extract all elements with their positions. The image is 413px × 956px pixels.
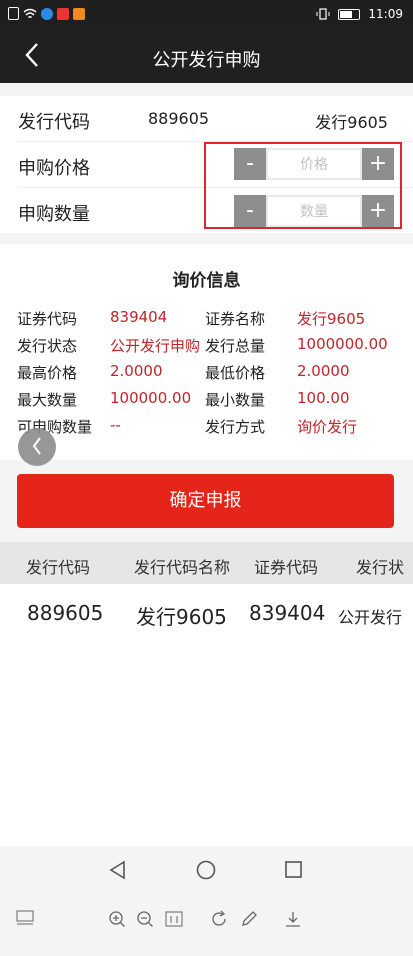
info-value: 100.00 [297,389,350,407]
info-row: 最大数量 100000.00 最小数量 100.00 [0,389,413,416]
info-row: 最高价格 2.0000 最低价格 2.0000 [0,362,413,389]
table-cell: 发行9605 [136,605,227,629]
price-label: 申购价格 [18,158,90,179]
device-icon[interactable] [16,910,34,926]
status-bar: 11:09 [0,0,413,30]
issue-code-label: 发行代码 [18,112,90,133]
chevron-left-icon [32,437,41,455]
column-header[interactable]: 发行状 [356,554,404,578]
nav-bar: 公开发行申购 [0,30,413,83]
info-row: 发行状态 公开发行申购 发行总量 1000000.00 [0,335,413,362]
table-cell: 公开发行 [338,608,403,627]
column-header[interactable]: 发行代码 [26,554,90,578]
info-value: 1000000.00 [297,335,388,353]
actual-size-icon[interactable] [165,910,183,928]
quantity-label: 申购数量 [18,204,90,225]
info-value: 公开发行申购 [110,337,201,355]
status-icons-right: 11:09 [316,7,403,21]
app-notification-icon [57,7,69,20]
pen-icon[interactable] [240,910,258,928]
nav-home-icon[interactable] [196,860,216,880]
column-header[interactable]: 证券代码 [254,554,318,578]
vibrate-icon [316,8,330,20]
highlight-box [204,142,402,229]
info-value: 100000.00 [110,389,192,407]
nav-back-icon[interactable] [108,860,126,880]
info-key: 发行总量 [205,337,266,355]
info-key: 最大数量 [17,391,78,409]
info-value: 839404 [110,308,168,326]
table-header: 发行代码 发行代码名称 证券代码 发行状 [0,542,413,584]
issue-code-value: 889605 [148,109,210,128]
wifi-icon [23,8,37,18]
info-key: 发行方式 [205,418,266,436]
zoom-out-icon[interactable] [136,910,154,928]
table-cell: 889605 [27,601,104,625]
info-value: 2.0000 [297,362,350,380]
column-header[interactable]: 发行代码名称 [134,554,230,578]
info-key: 最高价格 [17,364,78,382]
info-row: 证券代码 839404 证券名称 发行9605 [0,308,413,335]
info-row: 可申购数量 -- 发行方式 询价发行 [0,416,413,443]
table-row[interactable]: 889605 发行9605 839404 公开发行 [0,584,413,846]
nav-recents-icon[interactable] [284,860,302,880]
info-key: 发行状态 [17,337,78,355]
viewer-toolbar [0,896,413,956]
status-time: 11:09 [368,7,403,21]
table-cell: 839404 [249,601,326,625]
info-key: 最低价格 [205,364,266,382]
sim-icon [8,7,19,20]
android-nav-bar [0,846,413,896]
status-icons-left [8,7,85,20]
page-title: 公开发行申购 [152,50,261,71]
battery-icon [338,8,361,20]
rss-icon [73,7,85,20]
submit-button[interactable]: 确定申报 [17,474,394,528]
info-title: 询价信息 [172,271,241,291]
rotate-icon[interactable] [210,910,228,928]
floating-back-button[interactable] [18,428,56,466]
browser-icon [41,7,53,20]
info-value: 询价发行 [297,418,358,436]
info-key: 证券代码 [17,310,78,328]
info-value: 发行9605 [297,310,366,328]
info-value: 2.0000 [110,362,163,380]
issue-code-row: 发行代码 889605 发行9605 [0,96,413,141]
zoom-in-icon[interactable] [108,910,126,928]
info-key: 证券名称 [205,310,266,328]
info-value: -- [110,416,121,434]
info-key: 最小数量 [205,391,266,409]
inquiry-info-panel: 询价信息 证券代码 839404 证券名称 发行9605 发行状态 公开发行申购… [0,244,413,460]
download-icon[interactable] [284,910,302,928]
issue-code-name: 发行9605 [315,113,388,132]
